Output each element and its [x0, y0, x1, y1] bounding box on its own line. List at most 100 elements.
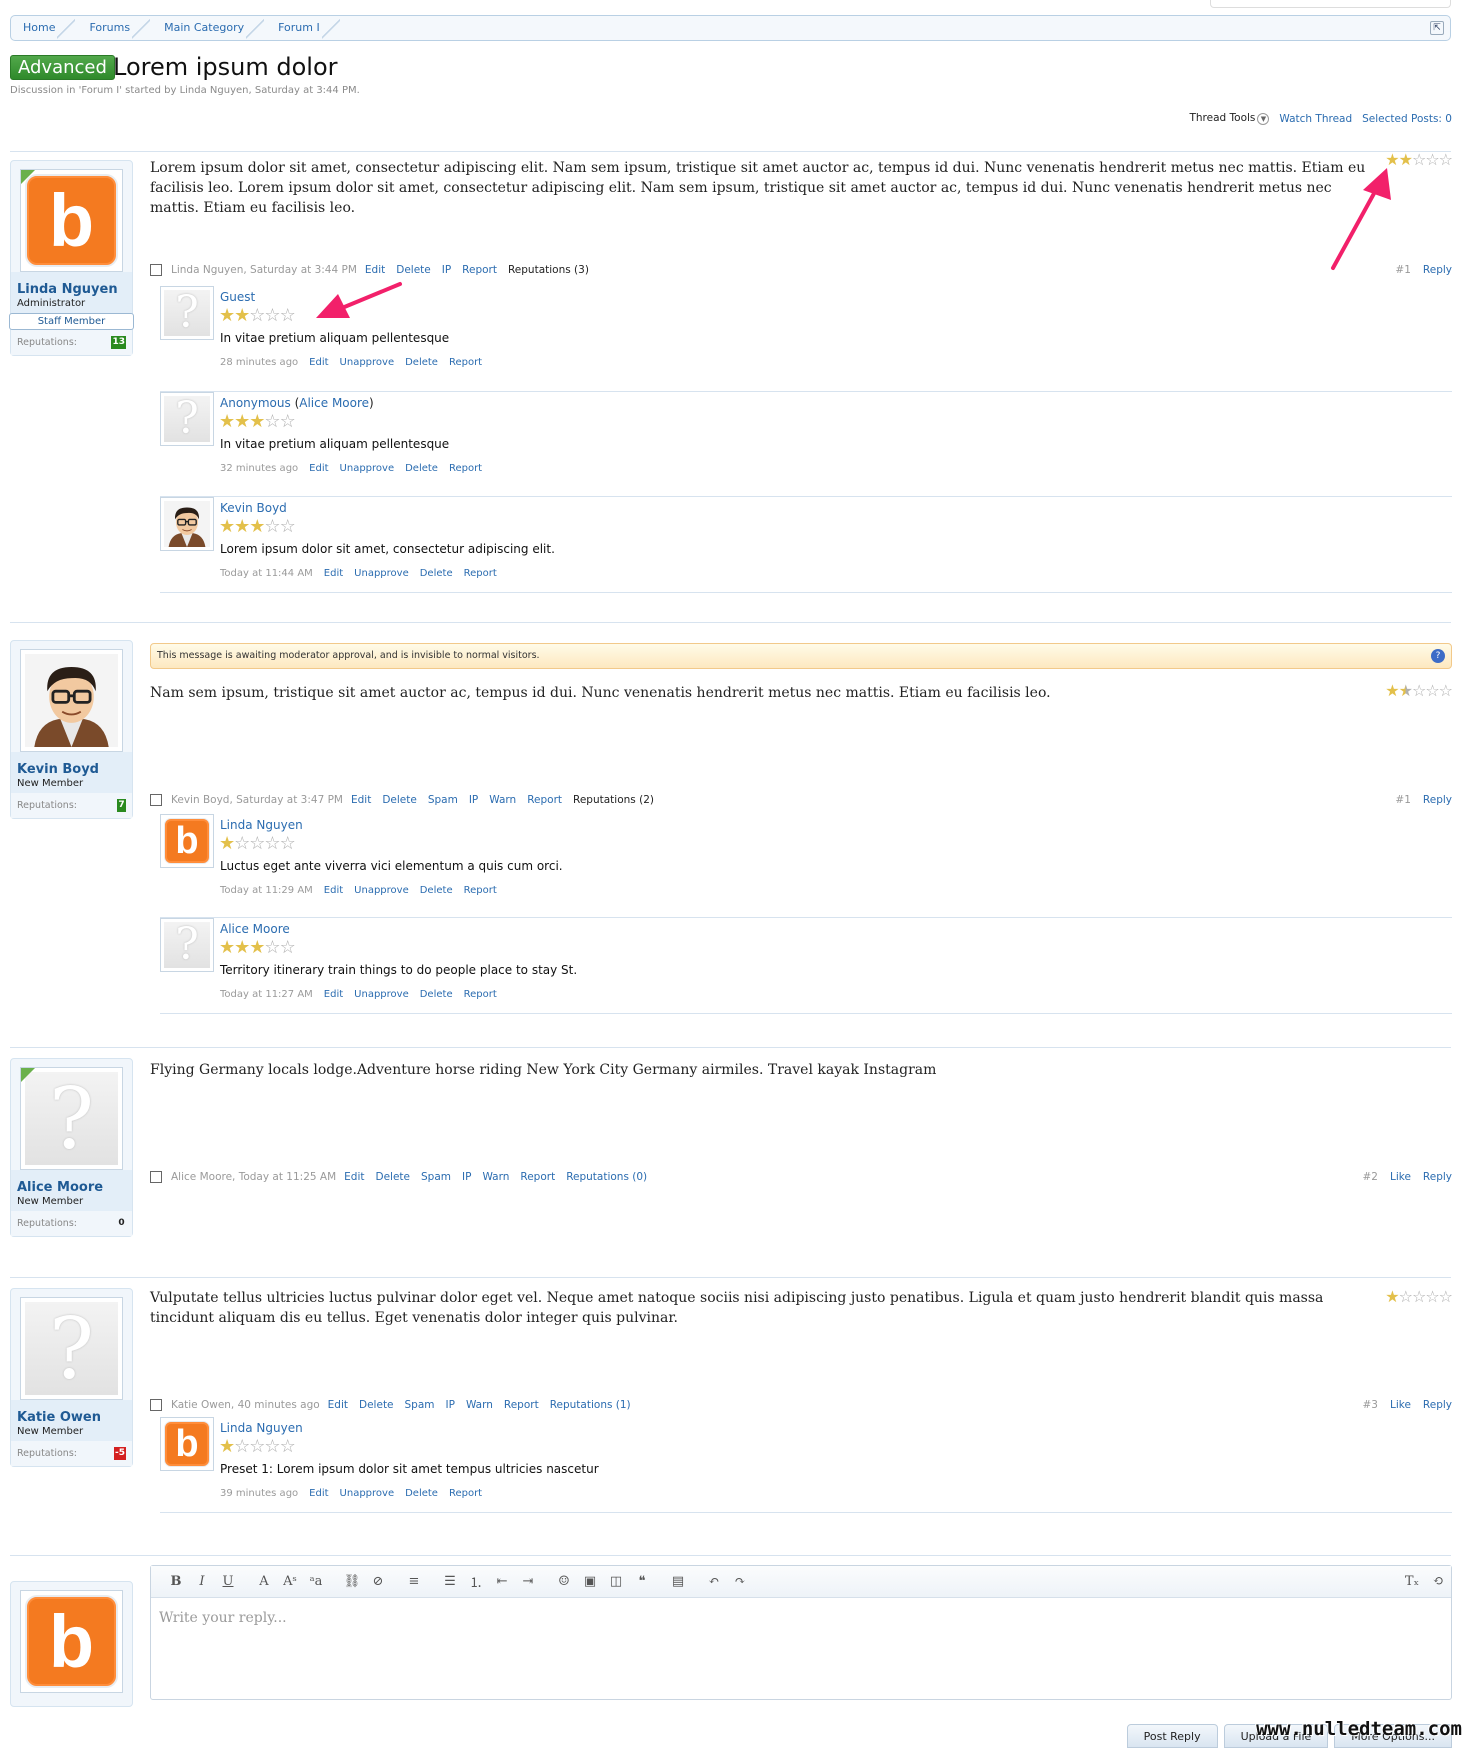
- breadcrumb-home[interactable]: Home: [11, 15, 77, 41]
- post-number[interactable]: #1: [1395, 264, 1410, 276]
- star-empty-icon[interactable]: ☆: [264, 1436, 280, 1457]
- post-reply-link[interactable]: Reply: [1423, 264, 1452, 276]
- reputation-giver-name[interactable]: Alice Moore: [220, 922, 290, 936]
- reputation-action-report[interactable]: Report: [464, 885, 497, 896]
- reputation-giver[interactable]: Linda Nguyen: [220, 1421, 303, 1435]
- reputation-action-report[interactable]: Report: [464, 568, 497, 579]
- reputation-avatar[interactable]: [160, 497, 214, 551]
- post-action-ip[interactable]: IP: [469, 794, 478, 806]
- reputation-action-report[interactable]: Report: [449, 463, 482, 474]
- star-filled-icon[interactable]: ★: [234, 937, 250, 958]
- thread-tools-menu[interactable]: Thread Tools ▼: [1189, 112, 1270, 125]
- select-post-checkbox[interactable]: [150, 264, 162, 276]
- post-action-ip[interactable]: IP: [446, 1399, 455, 1411]
- post-reply-link[interactable]: Reply: [1423, 1171, 1452, 1183]
- star-empty-icon[interactable]: ☆: [249, 1436, 265, 1457]
- reputation-giver[interactable]: Kevin Boyd: [220, 501, 287, 515]
- breadcrumb-main-category[interactable]: Main Category: [152, 15, 266, 41]
- underline-icon[interactable]: U: [215, 1574, 241, 1589]
- post-action-ip[interactable]: IP: [462, 1171, 471, 1183]
- star-empty-icon[interactable]: ☆: [264, 516, 280, 537]
- star-empty-icon[interactable]: ☆: [249, 833, 265, 854]
- post-rating[interactable]: ★★☆☆☆: [1385, 150, 1453, 169]
- save-draft-icon[interactable]: ▤: [665, 1574, 691, 1589]
- star-filled-icon[interactable]: ★: [249, 411, 265, 432]
- post-action-ip[interactable]: IP: [442, 264, 451, 276]
- post-action-edit[interactable]: Edit: [351, 794, 371, 806]
- jump-to-icon[interactable]: ⇱: [1430, 21, 1444, 35]
- breadcrumb-forum-i[interactable]: Forum I: [266, 15, 342, 41]
- star-empty-icon[interactable]: ☆: [1439, 1287, 1453, 1306]
- star-empty-icon[interactable]: ☆: [264, 411, 280, 432]
- star-filled-icon[interactable]: ★: [1385, 150, 1399, 169]
- post-action-reputations-[interactable]: Reputations (0): [566, 1171, 647, 1183]
- font-color-icon[interactable]: A: [251, 1574, 277, 1589]
- reputation-giver-name[interactable]: Linda Nguyen: [220, 1421, 303, 1435]
- reputation-action-report[interactable]: Report: [449, 357, 482, 368]
- unlink-icon[interactable]: ⊘: [365, 1574, 391, 1589]
- post-action-delete[interactable]: Delete: [396, 264, 431, 276]
- reputation-action-report[interactable]: Report: [449, 1488, 482, 1499]
- reputation-giver[interactable]: Anonymous (Alice Moore): [220, 396, 374, 410]
- reputation-action-delete[interactable]: Delete: [405, 1488, 438, 1499]
- star-filled-icon[interactable]: ★: [219, 833, 235, 854]
- post-action-edit[interactable]: Edit: [365, 264, 385, 276]
- reputation-action-delete[interactable]: Delete: [405, 357, 438, 368]
- select-post-checkbox[interactable]: [150, 794, 162, 806]
- post-author-date[interactable]: Katie Owen, 40 minutes ago: [171, 1399, 320, 1411]
- redo-icon[interactable]: ↷: [727, 1574, 753, 1589]
- username[interactable]: Katie Owen: [11, 1400, 132, 1425]
- post-author-date[interactable]: Linda Nguyen, Saturday at 3:44 PM: [171, 264, 357, 276]
- font-family-icon[interactable]: ᵃa: [303, 1574, 329, 1589]
- link-icon[interactable]: ⛓: [339, 1574, 365, 1589]
- reputation-action-edit[interactable]: Edit: [309, 463, 328, 474]
- select-post-checkbox[interactable]: [150, 1399, 162, 1411]
- outdent-icon[interactable]: ⇤: [489, 1574, 515, 1589]
- post-action-spam[interactable]: Spam: [421, 1171, 451, 1183]
- username[interactable]: Linda Nguyen: [11, 272, 132, 297]
- reputation-action-report[interactable]: Report: [464, 989, 497, 1000]
- star-filled-icon[interactable]: ★: [219, 937, 235, 958]
- star-empty-icon[interactable]: ☆: [280, 833, 296, 854]
- reputation-action-delete[interactable]: Delete: [420, 885, 453, 896]
- font-size-icon[interactable]: Aˢ: [277, 1574, 303, 1589]
- star-empty-icon[interactable]: ☆: [1425, 1287, 1439, 1306]
- post-action-warn[interactable]: Warn: [489, 794, 516, 806]
- reputation-action-unapprove[interactable]: Unapprove: [354, 568, 409, 579]
- post-reply-button[interactable]: Post Reply: [1126, 1724, 1218, 1748]
- reply-textarea[interactable]: Write your reply...: [151, 1598, 1451, 1638]
- align-icon[interactable]: ≡: [401, 1574, 427, 1589]
- star-filled-icon[interactable]: ★: [249, 516, 265, 537]
- toggle-bbcode-icon[interactable]: ⟲: [1425, 1574, 1451, 1589]
- italic-icon[interactable]: I: [189, 1574, 215, 1589]
- star-empty-icon[interactable]: ☆: [1439, 681, 1453, 700]
- search-box[interactable]: [1210, 0, 1451, 8]
- post-action-edit[interactable]: Edit: [344, 1171, 364, 1183]
- star-filled-icon[interactable]: ★: [234, 411, 250, 432]
- avatar[interactable]: ?: [20, 1297, 123, 1400]
- reputation-avatar[interactable]: ?: [160, 918, 214, 972]
- post-author-date[interactable]: Alice Moore, Today at 11:25 AM: [171, 1171, 336, 1183]
- post-reply-link[interactable]: Reply: [1423, 1399, 1452, 1411]
- star-empty-icon[interactable]: ☆: [280, 516, 296, 537]
- star-filled-icon[interactable]: ★: [1385, 681, 1399, 700]
- post-action-edit[interactable]: Edit: [328, 1399, 348, 1411]
- post-action-report[interactable]: Report: [462, 264, 497, 276]
- reputation-giver[interactable]: Alice Moore: [220, 922, 290, 936]
- star-filled-icon[interactable]: ★: [219, 1436, 235, 1457]
- reputation-action-unapprove[interactable]: Unapprove: [340, 357, 395, 368]
- star-filled-icon[interactable]: ★: [1385, 1287, 1399, 1306]
- post-action-delete[interactable]: Delete: [382, 794, 417, 806]
- post-action-warn[interactable]: Warn: [466, 1399, 493, 1411]
- smilie-icon[interactable]: ☺: [551, 1574, 577, 1589]
- star-filled-icon[interactable]: ★: [234, 516, 250, 537]
- reputation-avatar[interactable]: ?: [160, 286, 214, 340]
- star-filled-icon[interactable]: ★: [249, 937, 265, 958]
- remove-format-icon[interactable]: Tₓ: [1399, 1574, 1425, 1589]
- reputation-action-edit[interactable]: Edit: [324, 885, 343, 896]
- quote-icon[interactable]: ❝: [629, 1574, 655, 1589]
- reputation-giver-name[interactable]: Anonymous: [220, 396, 291, 410]
- star-filled-icon[interactable]: ★: [234, 305, 250, 326]
- bold-icon[interactable]: B: [163, 1574, 189, 1589]
- star-empty-icon[interactable]: ☆: [264, 833, 280, 854]
